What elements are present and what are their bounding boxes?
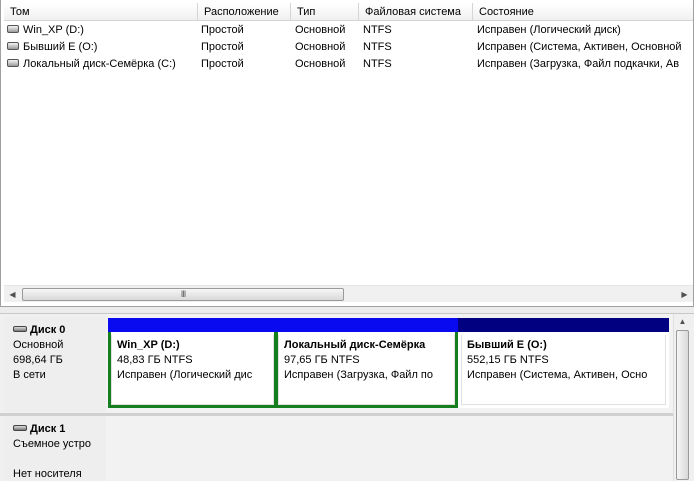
volume-name-cell: Win_XP (D:) <box>6 22 196 39</box>
column-header-layout[interactable]: Расположение <box>198 3 291 21</box>
disk-0-label[interactable]: Диск 0 Основной 698,64 ГБ В сети <box>4 317 106 412</box>
disk-0-state: В сети <box>13 369 46 381</box>
partition-byvshiy-e[interactable]: Бывший Е (O:) 552,15 ГБ NTFS Исправен (С… <box>458 318 669 408</box>
disk-1-name: Диск 1 <box>30 423 66 435</box>
volume-type-cell: Основной <box>295 58 346 70</box>
disk-1-kind: Съемное устро <box>13 438 92 450</box>
disk-1-partitions <box>106 416 673 481</box>
column-header-type[interactable]: Тип <box>291 3 359 21</box>
volume-type-cell: Основной <box>295 24 346 36</box>
volume-name: Win_XP (D:) <box>23 24 84 36</box>
volume-name-cell: Локальный диск-Семёрка (C:) <box>6 56 196 73</box>
scroll-left-arrow-icon[interactable]: ◀ <box>4 286 21 303</box>
volume-list-pane: Том Расположение Тип Файловая система Со… <box>0 0 694 307</box>
volume-type-cell: Основной <box>295 41 346 53</box>
volume-drive-icon <box>7 42 19 51</box>
disk-icon <box>13 326 27 333</box>
disk-0-title: Диск 0 <box>13 323 106 338</box>
partition-local-disk-c[interactable]: Локальный диск-Семёрка 97,65 ГБ NTFS Исп… <box>275 318 458 408</box>
column-header-volume[interactable]: Том <box>4 3 198 21</box>
partition-info: Локальный диск-Семёрка 97,65 ГБ NTFS Исп… <box>278 335 455 405</box>
pane-splitter[interactable] <box>0 307 694 314</box>
disk-icon <box>13 425 27 432</box>
volume-status-cell: Исправен (Загрузка, Файл подкачки, Ав <box>477 58 680 70</box>
disk-1-label[interactable]: Диск 1 Съемное устро Нет носителя <box>4 416 106 481</box>
partition-title: Win_XP (D:) <box>117 339 180 351</box>
disk-0-kind: Основной <box>13 339 64 351</box>
volume-name: Локальный диск-Семёрка (C:) <box>23 58 176 70</box>
partition-size: 97,65 ГБ NTFS <box>284 354 360 366</box>
table-row[interactable]: Бывший Е (O:) Простой Основной NTFS Испр… <box>4 39 693 56</box>
partition-info: Бывший Е (O:) 552,15 ГБ NTFS Исправен (С… <box>461 335 666 405</box>
partition-win-xp[interactable]: Win_XP (D:) 48,83 ГБ NTFS Исправен (Логи… <box>108 318 277 408</box>
volume-status-cell: Исправен (Система, Активен, Основной <box>477 41 682 53</box>
volume-layout-cell: Простой <box>201 24 244 36</box>
scroll-right-arrow-icon[interactable]: ▶ <box>676 286 693 303</box>
disk-1-spacer <box>13 452 106 467</box>
partition-size: 552,15 ГБ NTFS <box>467 354 549 366</box>
partition-title: Локальный диск-Семёрка <box>284 339 426 351</box>
horizontal-scrollbar[interactable]: ◀ III ▶ <box>4 285 693 302</box>
volume-drive-icon <box>7 59 19 68</box>
vertical-scroll-thumb[interactable] <box>676 330 689 480</box>
column-header-status[interactable]: Состояние <box>473 3 693 21</box>
volume-name-cell: Бывший Е (O:) <box>6 39 196 56</box>
volume-layout-cell: Простой <box>201 58 244 70</box>
volume-name: Бывший Е (O:) <box>23 41 98 53</box>
volume-fs-cell: NTFS <box>363 58 392 70</box>
partition-title: Бывший Е (O:) <box>467 339 547 351</box>
partition-bar <box>458 318 669 332</box>
disk-0-partitions: Win_XP (D:) 48,83 ГБ NTFS Исправен (Логи… <box>106 314 673 413</box>
disk-1-title: Диск 1 <box>13 422 106 437</box>
horizontal-scroll-thumb[interactable]: III <box>22 288 344 301</box>
volume-drive-icon <box>7 25 19 34</box>
partition-status: Исправен (Загрузка, Файл по <box>284 369 433 381</box>
partition-bar <box>275 318 458 332</box>
volume-list-header: Том Расположение Тип Файловая система Со… <box>4 3 693 21</box>
table-row[interactable]: Win_XP (D:) Простой Основной NTFS Исправ… <box>4 22 693 39</box>
disk-map-pane: Диск 0 Основной 698,64 ГБ В сети Win_XP … <box>0 314 694 481</box>
partition-bar <box>108 318 277 332</box>
table-row[interactable]: Локальный диск-Семёрка (C:) Простой Осно… <box>4 56 693 73</box>
partition-status: Исправен (Система, Активен, Осно <box>467 369 648 381</box>
volume-status-cell: Исправен (Логический диск) <box>477 24 621 36</box>
disk-0-size: 698,64 ГБ <box>13 354 63 366</box>
scroll-up-arrow-icon[interactable]: ▲ <box>674 314 691 330</box>
partition-status: Исправен (Логический дис <box>117 369 253 381</box>
partition-info: Win_XP (D:) 48,83 ГБ NTFS Исправен (Логи… <box>111 335 274 405</box>
column-header-filesystem[interactable]: Файловая система <box>359 3 473 21</box>
disk-1-state: Нет носителя <box>13 468 82 480</box>
disk-0-name: Диск 0 <box>30 324 66 336</box>
scroll-grip: III <box>180 289 186 299</box>
partition-size: 48,83 ГБ NTFS <box>117 354 193 366</box>
vertical-scrollbar[interactable]: ▲ <box>673 314 690 481</box>
volume-fs-cell: NTFS <box>363 24 392 36</box>
volume-fs-cell: NTFS <box>363 41 392 53</box>
volume-layout-cell: Простой <box>201 41 244 53</box>
